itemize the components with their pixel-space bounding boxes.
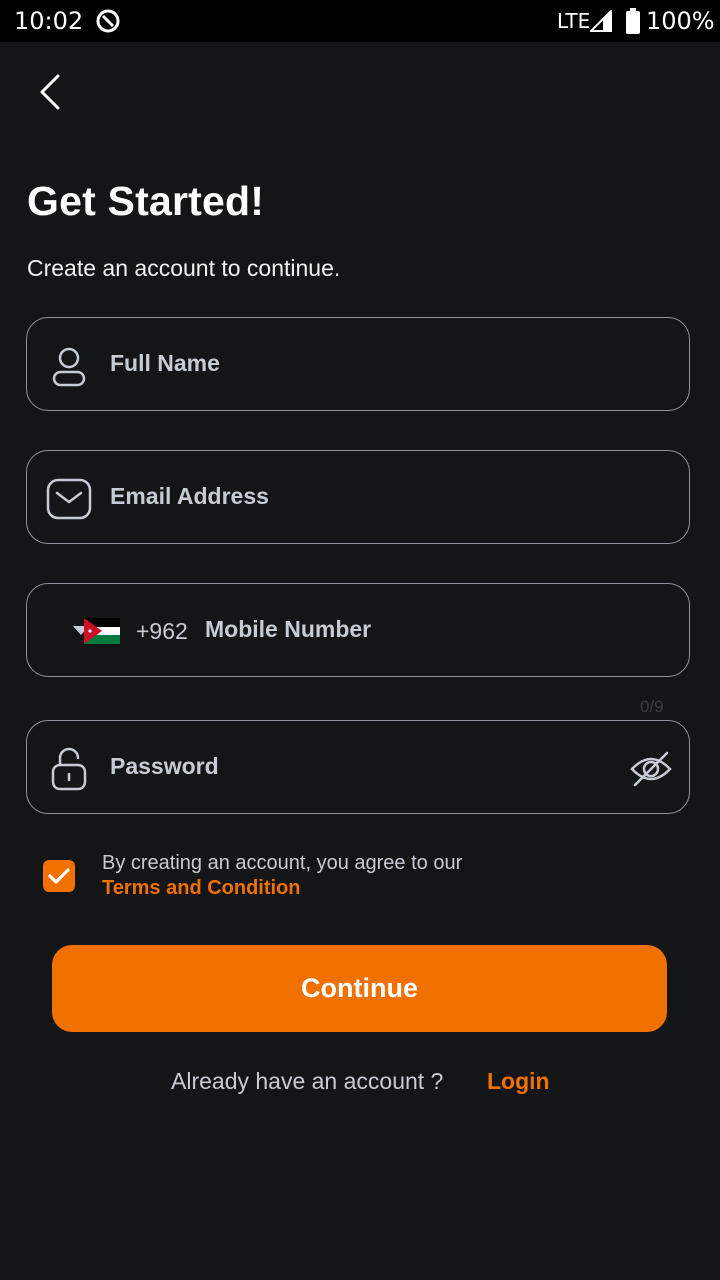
back-chevron-icon[interactable]	[30, 70, 74, 114]
status-time: 10:02	[14, 7, 84, 35]
battery-icon	[626, 8, 640, 34]
signal-icon	[590, 10, 612, 32]
mobile-field[interactable]: +962 Mobile Number	[26, 583, 690, 677]
eye-off-icon[interactable]	[629, 749, 673, 789]
terms-link[interactable]: Terms and Condition	[102, 877, 301, 900]
mobile-placeholder: Mobile Number	[205, 616, 372, 642]
full-name-placeholder: Full Name	[110, 350, 220, 376]
battery-percent: 100%	[646, 7, 715, 35]
email-placeholder: Email Address	[110, 483, 269, 509]
page-subtitle: Create an account to continue.	[27, 255, 341, 281]
network-type: LTE	[557, 9, 591, 33]
password-placeholder: Password	[110, 753, 219, 779]
password-field[interactable]: Password	[26, 720, 690, 814]
mobile-char-counter: 0/9	[640, 697, 664, 716]
country-code[interactable]: +962	[136, 618, 188, 645]
lock-open-icon	[51, 747, 87, 791]
app-notification-icon	[96, 9, 120, 33]
checkmark-icon	[48, 868, 70, 884]
full-name-field[interactable]: Full Name	[26, 317, 690, 411]
login-link[interactable]: Login	[487, 1068, 550, 1095]
person-icon	[52, 347, 86, 387]
terms-checkbox[interactable]	[43, 860, 75, 892]
continue-button[interactable]: Continue	[52, 945, 667, 1032]
page-title: Get Started!	[27, 178, 265, 224]
mail-icon	[46, 478, 92, 520]
agreement-text: By creating an account, you agree to our	[102, 852, 463, 874]
jordan-flag-icon[interactable]	[84, 618, 120, 644]
status-bar: 10:02 LTE 100%	[0, 0, 720, 42]
already-account-text: Already have an account ?	[171, 1068, 444, 1094]
email-field[interactable]: Email Address	[26, 450, 690, 544]
